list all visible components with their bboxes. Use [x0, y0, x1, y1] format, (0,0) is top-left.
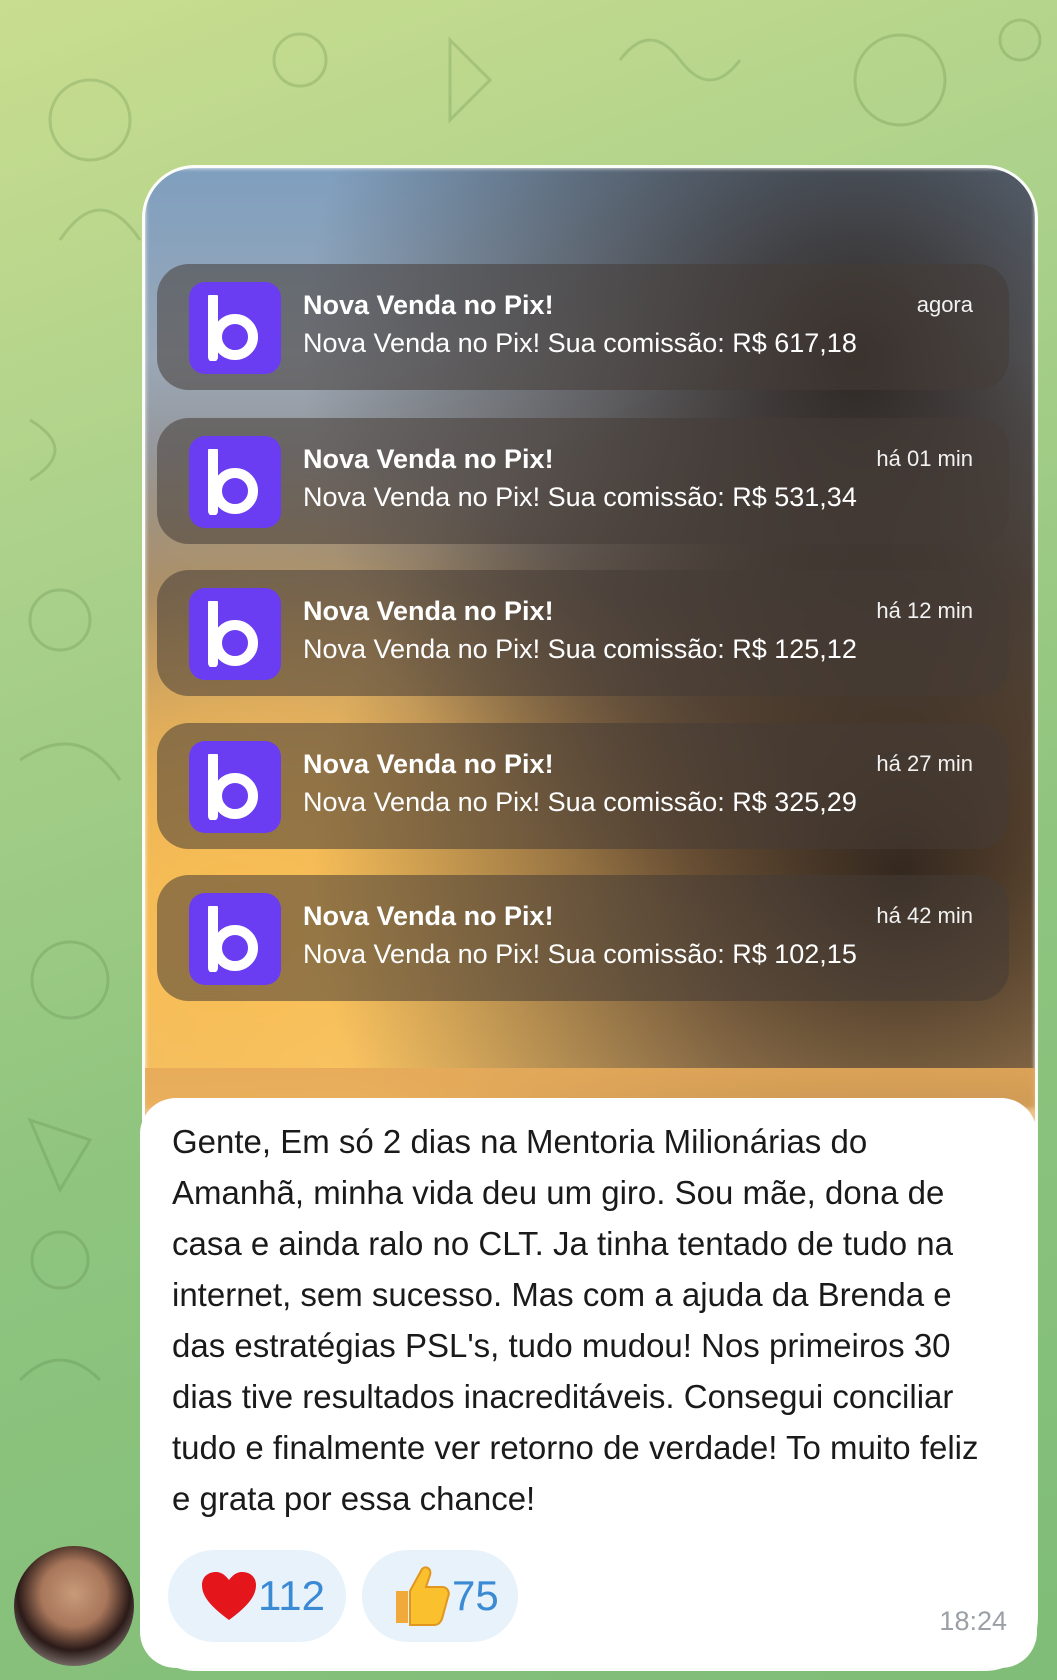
notification-body: Nova Venda no Pix! Sua comissão: R$ 617,… — [303, 328, 857, 358]
message-bubble[interactable]: Gente, Em só 2 dias na Mentoria Milionár… — [140, 1098, 1037, 1668]
app-b-icon — [189, 282, 281, 374]
notification-time: há 01 min — [876, 446, 973, 471]
notification-1: Nova Venda no Pix! Nova Venda no Pix! Su… — [157, 264, 1009, 390]
notification-body: Nova Venda no Pix! Sua comissão: R$ 531,… — [303, 482, 857, 512]
reaction-thumbs-up[interactable]: 75 — [362, 1550, 518, 1642]
notification-3: Nova Venda no Pix! Nova Venda no Pix! Su… — [157, 570, 1009, 696]
notification-time: há 12 min — [876, 598, 973, 623]
sender-avatar[interactable] — [14, 1546, 134, 1666]
thumbs-up-icon — [396, 1566, 450, 1626]
notification-5: Nova Venda no Pix! Nova Venda no Pix! Su… — [157, 875, 1009, 1001]
notification-4: Nova Venda no Pix! Nova Venda no Pix! Su… — [157, 723, 1009, 849]
notification-title: Nova Venda no Pix! — [303, 290, 554, 320]
message-text: Gente, Em só 2 dias na Mentoria Milionár… — [172, 1123, 979, 1517]
app-b-icon — [189, 893, 281, 985]
heart-icon — [202, 1572, 256, 1620]
notification-time: agora — [916, 292, 973, 317]
notification-title: Nova Venda no Pix! — [303, 596, 554, 626]
notification-body: Nova Venda no Pix! Sua comissão: R$ 102,… — [303, 939, 857, 969]
message-time: 18:24 — [939, 1606, 1007, 1636]
notification-title: Nova Venda no Pix! — [303, 444, 554, 474]
reaction-count: 75 — [452, 1572, 499, 1619]
app-b-icon — [189, 588, 281, 680]
notification-body: Nova Venda no Pix! Sua comissão: R$ 125,… — [303, 634, 857, 664]
notification-body: Nova Venda no Pix! Sua comissão: R$ 325,… — [303, 787, 857, 817]
reaction-count: 112 — [258, 1572, 325, 1619]
notification-time: há 42 min — [876, 903, 973, 928]
reaction-heart[interactable]: 112 — [168, 1550, 346, 1642]
notification-title: Nova Venda no Pix! — [303, 749, 554, 779]
app-b-icon — [189, 436, 281, 528]
notification-title: Nova Venda no Pix! — [303, 901, 554, 931]
notification-time: há 27 min — [876, 751, 973, 776]
notification-2: Nova Venda no Pix! Nova Venda no Pix! Su… — [157, 418, 1009, 544]
app-b-icon — [189, 741, 281, 833]
